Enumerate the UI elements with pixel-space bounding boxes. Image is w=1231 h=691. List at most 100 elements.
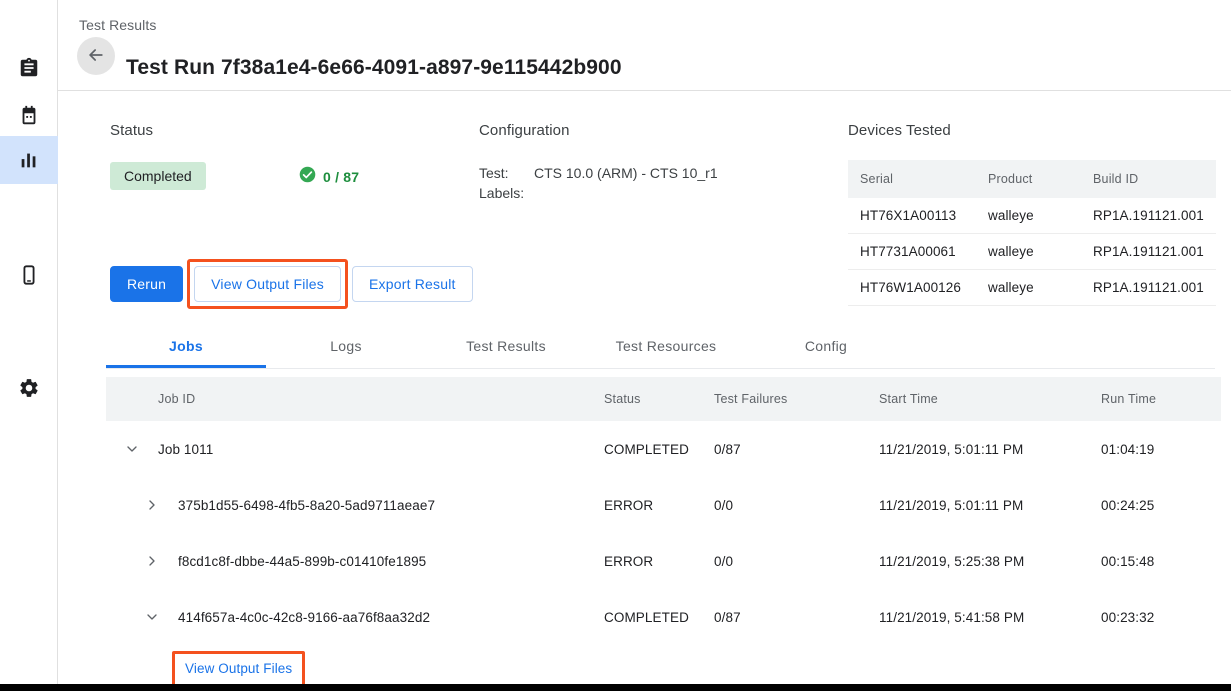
job-test-failures: 0/0	[714, 477, 879, 533]
clipboard-icon	[18, 57, 40, 79]
test-run-details-page: Test Results Test Run 7f38a1e4-6e66-4091…	[0, 0, 1231, 691]
job-run-time: 00:23:32	[1101, 589, 1221, 645]
job-run-time: 01:04:19	[1101, 421, 1221, 477]
devices-col-build: Build ID	[1093, 160, 1216, 198]
table-row[interactable]: f8cd1c8f-dbbe-44a5-899b-c01410fe1895 ERR…	[106, 533, 1221, 589]
configuration-section-title: Configuration	[479, 122, 839, 139]
arrow-left-icon	[86, 45, 106, 68]
device-icon	[18, 264, 40, 286]
chevron-right-icon[interactable]	[140, 493, 164, 517]
left-sidebar	[0, 0, 58, 684]
jobs-col-start-time: Start Time	[879, 377, 1101, 421]
table-row: HT76X1A00113 walleye RP1A.191121.001	[848, 198, 1216, 234]
job-id-label: 375b1d55-6498-4fb5-8a20-5ad9711aeae7	[178, 498, 435, 513]
jobs-header-row: Job ID Status Test Failures Start Time R…	[106, 377, 1221, 421]
jobs-col-test-failures: Test Failures	[714, 377, 879, 421]
jobs-table: Job ID Status Test Failures Start Time R…	[106, 377, 1221, 645]
sidebar-item-devices[interactable]	[0, 251, 58, 299]
devices-section-title: Devices Tested	[848, 122, 1218, 139]
table-row[interactable]: 375b1d55-6498-4fb5-8a20-5ad9711aeae7 ERR…	[106, 477, 1221, 533]
devices-tested-section: Devices Tested Serial Product Build ID H…	[848, 122, 1218, 306]
device-serial: HT7731A00061	[848, 234, 988, 270]
job-status: ERROR	[604, 533, 714, 589]
devices-table: Serial Product Build ID HT76X1A00113 wal…	[848, 160, 1216, 306]
job-id-cell: 414f657a-4c0c-42c8-9166-aa76f8aa32d2	[106, 589, 604, 645]
rerun-button[interactable]: Rerun	[110, 266, 183, 302]
job-test-failures: 0/87	[714, 421, 879, 477]
sidebar-item-test-results[interactable]	[0, 136, 58, 184]
job-start-time: 11/21/2019, 5:25:38 PM	[879, 533, 1101, 589]
job-status: ERROR	[604, 477, 714, 533]
config-row-test: Test: CTS 10.0 (ARM) - CTS 10_r1	[479, 163, 839, 183]
page-title: Test Run 7f38a1e4-6e66-4091-a897-9e11544…	[126, 56, 622, 80]
view-output-files-button[interactable]: View Output Files	[194, 266, 341, 302]
config-key-test: Test:	[479, 163, 534, 183]
device-product: walleye	[988, 198, 1093, 234]
jobs-col-job-id: Job ID	[106, 377, 604, 421]
config-row-labels: Labels:	[479, 183, 839, 203]
view-output-files-link-highlight: View Output Files	[172, 651, 305, 687]
view-output-files-link[interactable]: View Output Files	[185, 661, 292, 676]
job-test-failures: 0/87	[714, 589, 879, 645]
footer-bar	[0, 684, 1231, 691]
chevron-down-icon[interactable]	[120, 437, 144, 461]
bar-chart-icon	[18, 149, 40, 171]
sidebar-item-test-suites[interactable]	[0, 44, 58, 92]
chevron-right-icon[interactable]	[140, 549, 164, 573]
tab-test-resources[interactable]: Test Resources	[586, 325, 746, 368]
status-section: Status Completed 0 / 87	[110, 122, 470, 192]
tab-test-results[interactable]: Test Results	[426, 325, 586, 368]
tab-logs[interactable]: Logs	[266, 325, 426, 368]
check-circle-icon	[299, 166, 316, 188]
status-row: Completed 0 / 87	[110, 162, 470, 192]
job-start-time: 11/21/2019, 5:01:11 PM	[879, 477, 1101, 533]
job-test-failures: 0/0	[714, 533, 879, 589]
configuration-section: Configuration Test: CTS 10.0 (ARM) - CTS…	[479, 122, 839, 203]
device-build-id: RP1A.191121.001	[1093, 270, 1216, 306]
pass-rate-group: 0 / 87	[299, 166, 359, 188]
action-button-row: Rerun View Output Files Export Result	[110, 259, 473, 309]
table-row[interactable]: 414f657a-4c0c-42c8-9166-aa76f8aa32d2 COM…	[106, 589, 1221, 645]
back-button[interactable]	[77, 37, 115, 75]
devices-col-serial: Serial	[848, 160, 988, 198]
gear-icon	[18, 377, 40, 399]
job-start-time: 11/21/2019, 5:41:58 PM	[879, 589, 1101, 645]
job-status: COMPLETED	[604, 421, 714, 477]
tab-bar: Jobs Logs Test Results Test Resources Co…	[106, 325, 1215, 369]
expanded-job-output-row: View Output Files	[106, 651, 1215, 687]
device-build-id: RP1A.191121.001	[1093, 234, 1216, 270]
job-id-label: 414f657a-4c0c-42c8-9166-aa76f8aa32d2	[178, 610, 430, 625]
job-id-cell: f8cd1c8f-dbbe-44a5-899b-c01410fe1895	[106, 533, 604, 589]
table-row: HT76W1A00126 walleye RP1A.191121.001	[848, 270, 1216, 306]
job-run-time: 00:24:25	[1101, 477, 1221, 533]
devices-header-row: Serial Product Build ID	[848, 160, 1216, 198]
job-status: COMPLETED	[604, 589, 714, 645]
jobs-table-section: Job ID Status Test Failures Start Time R…	[106, 377, 1215, 687]
tab-config[interactable]: Config	[746, 325, 906, 368]
main-content: Status Completed 0 / 87 Rerun View	[58, 91, 1231, 684]
devices-col-product: Product	[988, 160, 1093, 198]
job-start-time: 11/21/2019, 5:01:11 PM	[879, 421, 1101, 477]
job-id-label: Job 1011	[158, 442, 213, 457]
export-result-button[interactable]: Export Result	[352, 266, 473, 302]
job-id-cell: 375b1d55-6498-4fb5-8a20-5ad9711aeae7	[106, 477, 604, 533]
sidebar-item-schedules[interactable]	[0, 92, 58, 140]
jobs-col-run-time: Run Time	[1101, 377, 1221, 421]
chevron-down-icon[interactable]	[140, 605, 164, 629]
jobs-col-status: Status	[604, 377, 714, 421]
sidebar-item-settings[interactable]	[0, 364, 58, 412]
config-key-labels: Labels:	[479, 183, 534, 203]
job-id-label: f8cd1c8f-dbbe-44a5-899b-c01410fe1895	[178, 554, 426, 569]
device-product: walleye	[988, 270, 1093, 306]
page-header: Test Results Test Run 7f38a1e4-6e66-4091…	[58, 0, 1231, 91]
pass-rate-text: 0 / 87	[323, 169, 359, 185]
device-product: walleye	[988, 234, 1093, 270]
device-serial: HT76W1A00126	[848, 270, 988, 306]
table-row: HT7731A00061 walleye RP1A.191121.001	[848, 234, 1216, 270]
table-row[interactable]: Job 1011 COMPLETED 0/87 11/21/2019, 5:01…	[106, 421, 1221, 477]
view-output-files-highlight: View Output Files	[187, 259, 348, 309]
configuration-table: Test: CTS 10.0 (ARM) - CTS 10_r1 Labels:	[479, 163, 839, 203]
tab-jobs[interactable]: Jobs	[106, 325, 266, 368]
device-serial: HT76X1A00113	[848, 198, 988, 234]
status-section-title: Status	[110, 122, 470, 139]
